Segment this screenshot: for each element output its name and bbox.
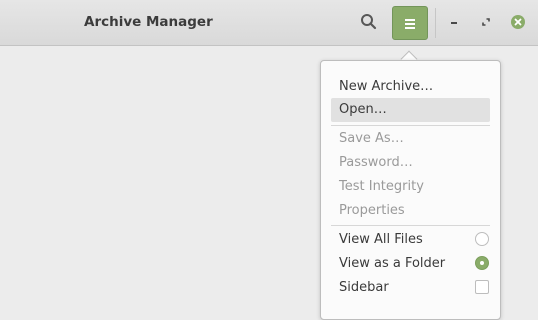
- menu-item-label: View as a Folder: [339, 256, 446, 271]
- sidebar-checkbox[interactable]: [475, 280, 489, 294]
- menu-item-password: Password…: [331, 151, 490, 175]
- maximize-icon: [482, 18, 490, 26]
- menu-item-label: Save As…: [339, 131, 404, 146]
- main-menu-button[interactable]: [392, 6, 428, 40]
- view-as-folder-radio[interactable]: [475, 256, 489, 270]
- header-bar: Archive Manager: [0, 0, 538, 46]
- menu-item-open[interactable]: Open…: [331, 98, 490, 122]
- menu-item-label: Properties: [339, 203, 405, 218]
- view-all-files-radio[interactable]: [475, 232, 489, 246]
- minimize-button[interactable]: [446, 14, 462, 30]
- menu-item-label: Password…: [339, 155, 413, 170]
- menu-item-sidebar[interactable]: Sidebar: [331, 276, 490, 300]
- minimize-icon: [451, 22, 457, 24]
- menu-separator: [331, 225, 490, 226]
- window-title: Archive Manager: [84, 14, 213, 30]
- menu-item-label: Open…: [339, 102, 387, 117]
- menu-item-view-all-files[interactable]: View All Files: [331, 228, 490, 252]
- headerbar-separator: [435, 8, 436, 38]
- maximize-button[interactable]: [478, 14, 494, 30]
- close-button[interactable]: [510, 14, 526, 30]
- menu-item-label: Test Integrity: [339, 179, 424, 194]
- menu-item-test-integrity: Test Integrity: [331, 175, 490, 199]
- menu-separator: [331, 125, 490, 126]
- menu-item-label: Sidebar: [339, 280, 389, 295]
- close-icon: [511, 15, 525, 29]
- search-button[interactable]: [356, 9, 382, 35]
- menu-item-label: View All Files: [339, 232, 423, 247]
- menu-item-save-as: Save As…: [331, 127, 490, 151]
- menu-item-new-archive[interactable]: New Archive…: [331, 75, 490, 99]
- search-icon: [361, 14, 377, 30]
- main-menu-popover: New Archive… Open… Save As… Password… Te…: [320, 60, 501, 320]
- menu-item-label: New Archive…: [339, 79, 434, 94]
- menu-item-properties: Properties: [331, 199, 490, 223]
- menu-item-view-as-folder[interactable]: View as a Folder: [331, 252, 490, 276]
